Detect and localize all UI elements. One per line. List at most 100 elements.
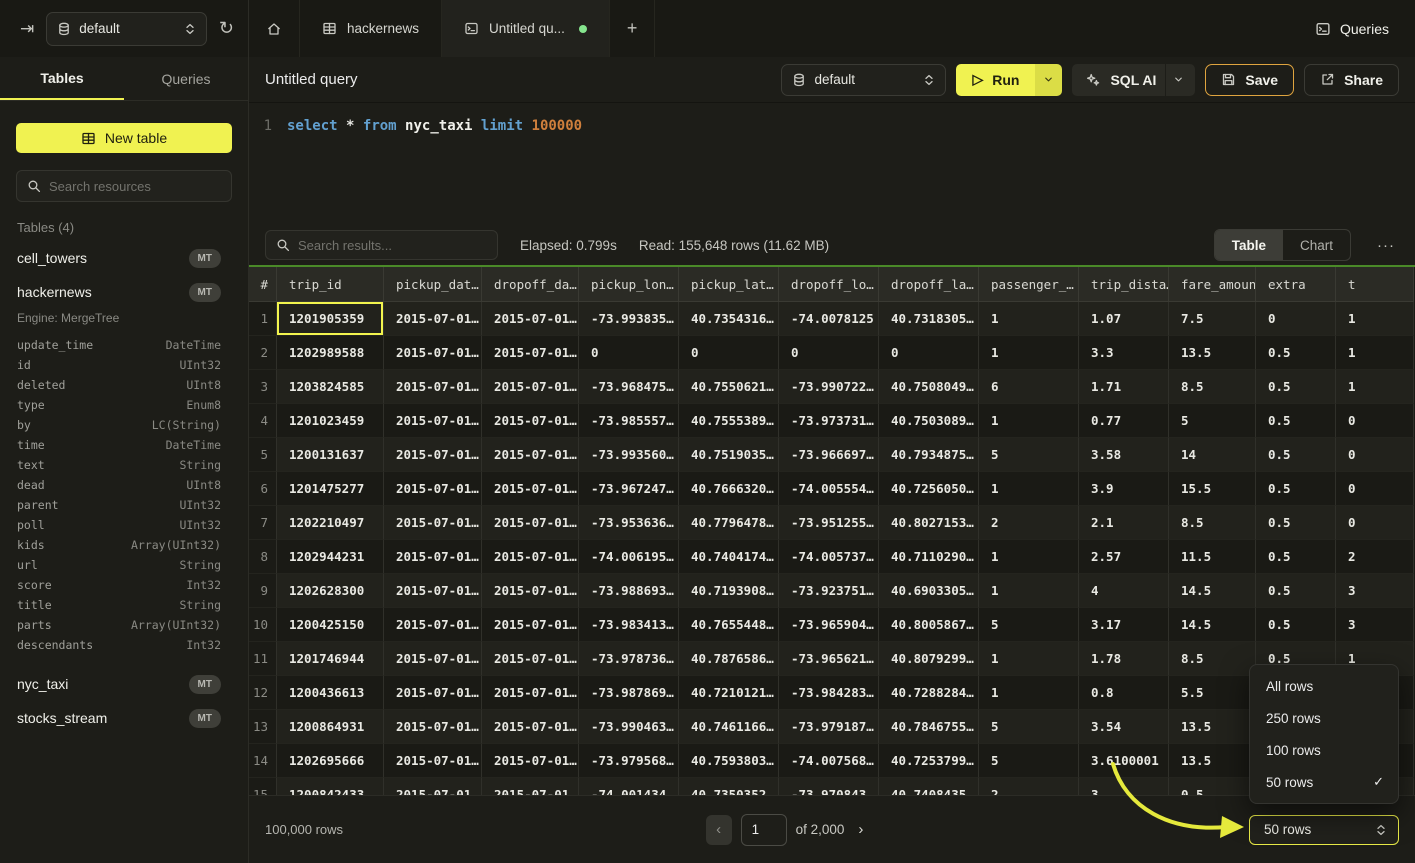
table-cell[interactable]: 40.8005867… — [879, 608, 979, 642]
table-cell[interactable]: 40.7519035… — [679, 438, 779, 472]
table-cell[interactable]: 2015-07-01… — [482, 506, 579, 540]
table-cell[interactable]: 2015-07-01… — [482, 744, 579, 778]
header-cell[interactable]: t — [1336, 267, 1414, 302]
table-cell[interactable]: 2015-07-01… — [384, 574, 482, 608]
table-cell[interactable]: 1200425150 — [277, 608, 384, 642]
table-cell[interactable]: 0 — [779, 336, 879, 370]
table-cell[interactable]: 1201475277 — [277, 472, 384, 506]
topbar-database-selector[interactable]: default — [46, 12, 207, 46]
table-cell[interactable]: 0 — [679, 336, 779, 370]
table-cell[interactable]: -73.953636… — [579, 506, 679, 540]
header-cell[interactable]: pickup_lon… — [579, 267, 679, 302]
table-cell[interactable]: 40.7508049… — [879, 370, 979, 404]
table-cell[interactable]: 1202210497 — [277, 506, 384, 540]
table-cell[interactable]: 40.7934875… — [879, 438, 979, 472]
table-cell[interactable]: 5 — [979, 438, 1079, 472]
schema-column-row[interactable]: scoreInt32 — [17, 575, 221, 595]
table-cell[interactable]: -74.0078125 — [779, 302, 879, 336]
table-cell[interactable]: -73.984283… — [779, 676, 879, 710]
table-cell[interactable]: 1 — [1336, 336, 1414, 370]
page-number-input[interactable] — [741, 814, 787, 846]
table-cell[interactable]: 1200842433 — [277, 778, 384, 795]
table-cell[interactable]: 40.7503089… — [879, 404, 979, 438]
table-cell[interactable]: 1200864931 — [277, 710, 384, 744]
table-cell[interactable]: 4 — [1079, 574, 1169, 608]
header-cell[interactable]: pickup_lat… — [679, 267, 779, 302]
sidebar-search[interactable] — [16, 170, 232, 202]
table-cell[interactable]: 2015-07-01… — [482, 302, 579, 336]
table-cell[interactable]: 5 — [979, 744, 1079, 778]
table-cell[interactable]: 2015-07-01… — [384, 404, 482, 438]
table-cell[interactable]: 40.7350352 — [679, 778, 779, 795]
table-cell[interactable]: 1 — [979, 642, 1079, 676]
sidebar-table-cell_towers[interactable]: cell_towers MT — [0, 241, 248, 275]
rows-per-page-select[interactable]: 50 rows — [1249, 815, 1399, 845]
table-cell[interactable]: 40.7408435 — [879, 778, 979, 795]
table-cell[interactable]: 40.7253799… — [879, 744, 979, 778]
table-cell[interactable]: 1203824585 — [277, 370, 384, 404]
tab-home[interactable] — [249, 0, 300, 57]
table-cell[interactable]: 3 — [1336, 574, 1414, 608]
table-cell[interactable]: -73.965621… — [779, 642, 879, 676]
table-cell[interactable]: 3.6100001 — [1079, 744, 1169, 778]
table-cell[interactable]: 5.5 — [1169, 676, 1256, 710]
header-cell[interactable]: passenger_… — [979, 267, 1079, 302]
table-cell[interactable]: 40.7666320… — [679, 472, 779, 506]
table-cell[interactable]: 1202989588 — [277, 336, 384, 370]
tab-hackernews[interactable]: hackernews — [300, 0, 442, 57]
table-cell[interactable]: 1201023459 — [277, 404, 384, 438]
table-cell[interactable]: 40.7550621… — [679, 370, 779, 404]
table-cell[interactable]: -74.007568… — [779, 744, 879, 778]
table-cell[interactable]: 40.7318305… — [879, 302, 979, 336]
table-cell[interactable]: 0.5 — [1256, 506, 1336, 540]
table-cell[interactable]: -73.967247… — [579, 472, 679, 506]
tab-untitled-query[interactable]: Untitled qu... — [442, 0, 610, 57]
table-cell[interactable]: 6 — [979, 370, 1079, 404]
table-cell[interactable]: -73.993835… — [579, 302, 679, 336]
header-cell[interactable]: # — [249, 267, 277, 302]
table-cell[interactable]: 2015-07-01… — [482, 676, 579, 710]
table-cell[interactable]: 2015-07-01… — [384, 642, 482, 676]
table-cell[interactable]: 8.5 — [1169, 642, 1256, 676]
next-page-button[interactable]: › — [853, 821, 868, 838]
schema-column-row[interactable]: idUInt32 — [17, 355, 221, 375]
table-cell[interactable]: 1 — [979, 472, 1079, 506]
table-cell[interactable]: -73.990722… — [779, 370, 879, 404]
table-cell[interactable]: 14.5 — [1169, 574, 1256, 608]
table-cell[interactable]: 0.5 — [1256, 370, 1336, 404]
results-search[interactable] — [265, 230, 498, 260]
table-cell[interactable]: 15.5 — [1169, 472, 1256, 506]
header-cell[interactable]: fare_amount — [1169, 267, 1256, 302]
schema-column-row[interactable]: deadUInt8 — [17, 475, 221, 495]
schema-column-row[interactable]: partsArray(UInt32) — [17, 615, 221, 635]
table-cell[interactable]: 40.7256050… — [879, 472, 979, 506]
table-cell[interactable]: 40.7404174… — [679, 540, 779, 574]
table-cell[interactable]: 1200131637 — [277, 438, 384, 472]
table-cell[interactable]: -73.988693… — [579, 574, 679, 608]
table-cell[interactable]: 5 — [979, 710, 1079, 744]
header-cell[interactable]: dropoff_la… — [879, 267, 979, 302]
table-cell[interactable]: 40.7354316… — [679, 302, 779, 336]
table-cell[interactable]: 40.7846755… — [879, 710, 979, 744]
table-cell[interactable]: 2015-07-01… — [482, 540, 579, 574]
table-cell[interactable]: 1 — [979, 404, 1079, 438]
table-cell[interactable]: -73.970843 — [779, 778, 879, 795]
table-cell[interactable]: 2015-07-01… — [482, 642, 579, 676]
collapse-sidebar-icon[interactable]: ⇥ — [20, 19, 34, 39]
table-cell[interactable]: 40.7796478… — [679, 506, 779, 540]
table-cell[interactable]: 2.1 — [1079, 506, 1169, 540]
schema-column-row[interactable]: descendantsInt32 — [17, 635, 221, 655]
table-cell[interactable]: 1.07 — [1079, 302, 1169, 336]
table-cell[interactable]: 14.5 — [1169, 608, 1256, 642]
sidebar-tab-queries[interactable]: Queries — [124, 57, 248, 100]
table-cell[interactable]: 2015-07-01… — [482, 778, 579, 795]
table-cell[interactable]: 40.7555389… — [679, 404, 779, 438]
table-cell[interactable]: 0.5 — [1256, 404, 1336, 438]
sidebar-table-nyc_taxi[interactable]: nyc_taxi MT — [0, 667, 248, 701]
table-cell[interactable]: 40.8079299… — [879, 642, 979, 676]
table-cell[interactable]: 40.7288284… — [879, 676, 979, 710]
table-cell[interactable]: 2015-07-01… — [384, 710, 482, 744]
table-cell[interactable]: -73.923751… — [779, 574, 879, 608]
header-cell[interactable]: trip_id — [277, 267, 384, 302]
table-cell[interactable]: 8.5 — [1169, 370, 1256, 404]
